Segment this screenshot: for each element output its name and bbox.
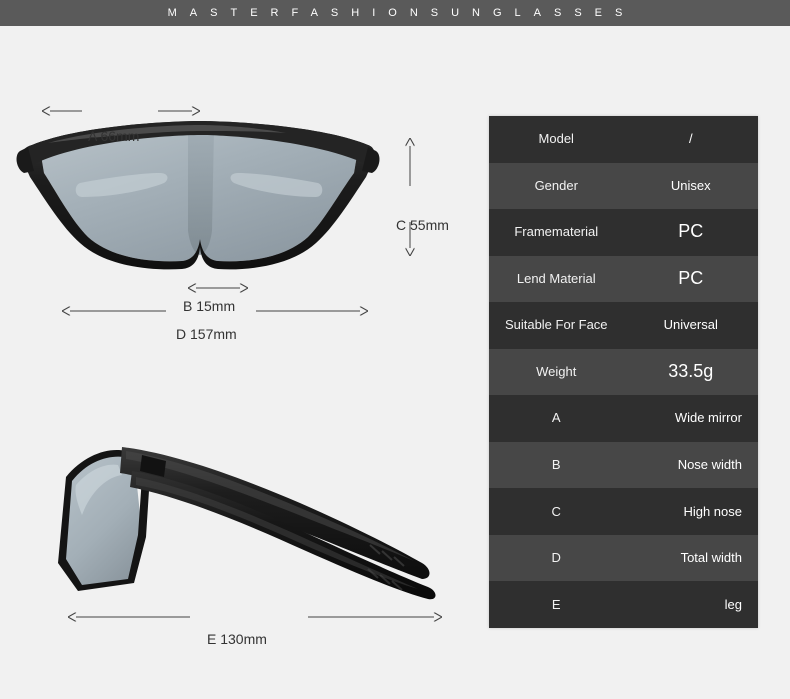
spec-row: CHigh nose — [489, 488, 758, 535]
spec-row-key: E — [489, 598, 624, 612]
spec-row-value: Unisex — [624, 179, 759, 193]
spec-row: BNose width — [489, 442, 758, 489]
spec-row: Model/ — [489, 116, 758, 163]
spec-row: Suitable For FaceUniversal — [489, 302, 758, 349]
spec-row-value: PC — [624, 269, 759, 289]
spec-row-value: 33.5g — [624, 362, 759, 382]
spec-row: Weight33.5g — [489, 349, 758, 396]
spec-row: GenderUnisex — [489, 163, 758, 210]
spec-row-key: Model — [489, 132, 624, 146]
spec-row: AWide mirror — [489, 395, 758, 442]
brand-name: MASTERFASHIONSUNGLASSES — [155, 7, 636, 19]
dimension-label-a: A 66mm — [88, 128, 139, 144]
spec-row-key: Gender — [489, 179, 624, 193]
spec-row-key: A — [489, 411, 624, 425]
spec-row-key: Lend Material — [489, 272, 624, 286]
specification-table: Model/GenderUnisexFramematerialPCLend Ma… — [489, 116, 758, 628]
product-spec-page: MASTERFASHIONSUNGLASSES — [0, 0, 790, 699]
spec-row-key: C — [489, 505, 624, 519]
spec-row-value: / — [624, 132, 759, 146]
spec-row-value: High nose — [624, 505, 759, 519]
spec-row: Lend MaterialPC — [489, 256, 758, 303]
dimension-label-b: B 15mm — [183, 298, 235, 314]
spec-row-key: Framematerial — [489, 225, 624, 239]
spec-row-key: D — [489, 551, 624, 565]
spec-row-value: Wide mirror — [624, 411, 759, 425]
spec-row-value: leg — [624, 598, 759, 612]
dimension-label-c: C 55mm — [396, 217, 449, 233]
spec-row-value: Total width — [624, 551, 759, 565]
spec-row: Eleg — [489, 581, 758, 628]
spec-row-value: Universal — [624, 318, 759, 332]
product-photo-area: A 66mm B 15mm C 55mm D 157mm E 130mm — [0, 26, 470, 699]
brand-header-bar: MASTERFASHIONSUNGLASSES — [0, 0, 790, 26]
spec-row-key: Suitable For Face — [489, 318, 624, 332]
dimension-label-d: D 157mm — [176, 326, 237, 342]
spec-row: DTotal width — [489, 535, 758, 582]
spec-row-key: B — [489, 458, 624, 472]
dimension-arrow-overlay — [0, 26, 470, 699]
spec-row-value: PC — [624, 222, 759, 242]
spec-row: FramematerialPC — [489, 209, 758, 256]
spec-row-value: Nose width — [624, 458, 759, 472]
dimension-label-e: E 130mm — [207, 631, 267, 647]
spec-row-key: Weight — [489, 365, 624, 379]
